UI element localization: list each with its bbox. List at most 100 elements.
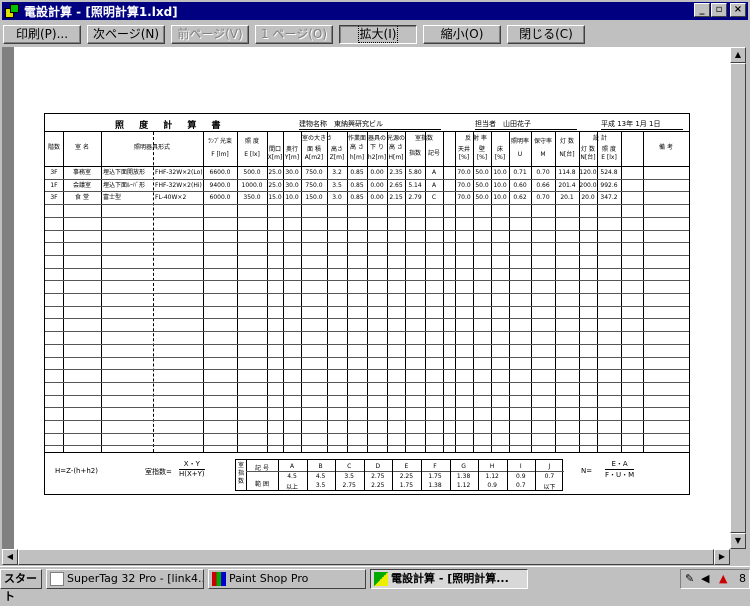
index-table-upper: 1.75 — [428, 473, 442, 480]
next-page-button[interactable]: 次ページ(N) — [87, 24, 165, 44]
app-icon[interactable] — [4, 3, 20, 19]
header-design-illum-unit: E [lx] — [601, 154, 617, 161]
index-table-symbol: C — [347, 463, 352, 470]
row-index-symbol: A — [431, 181, 437, 189]
header-utilization-symbol: U — [517, 151, 523, 158]
prev-page-button[interactable]: 前ページ(V) — [171, 24, 249, 44]
lamp-count-numerator: E・A — [605, 459, 635, 470]
header-width-unit: X[m] — [267, 154, 283, 161]
horizontal-scrollbar[interactable]: ◀ ▶ — [2, 549, 730, 565]
header-lamps-unit: N[台] — [559, 151, 575, 158]
row-lamp-flux: 6000.0 — [209, 194, 231, 202]
grid-column-line — [643, 132, 644, 452]
row-floor-refl: 10.0 — [493, 194, 507, 202]
lamp-count-label: N= — [581, 467, 593, 475]
index-table-label: 室指数 — [237, 462, 244, 485]
calculation-sheet: 照 度 計 算 書 建物名称 東納興研究ビル 担当者 山田花子 平成 13年 1… — [44, 113, 690, 495]
index-table-lower: 1.75 — [399, 482, 414, 489]
row-floor: 1F — [50, 181, 58, 189]
index-table-symbol: F — [433, 463, 437, 470]
pen-icon[interactable]: ✎ — [685, 570, 694, 588]
title-bar[interactable]: 電設計算 - [照明計算1.lxd] _ ▫ × — [2, 2, 748, 20]
zoom-in-button[interactable]: 拡大(I) — [339, 24, 417, 44]
task-paint-shop-pro[interactable]: Paint Shop Pro — [208, 569, 366, 589]
index-table-lower: 1.12 — [456, 482, 471, 489]
grid-column-line — [101, 132, 102, 452]
header-lamp-flux: ﾗﾝﾌﾟ光束 — [207, 138, 232, 145]
row-area: 750.0 — [305, 169, 323, 176]
row-index-symbol: C — [431, 194, 437, 202]
height-formula: H=Z-(h+h2) — [55, 467, 98, 475]
header-lamp-flux-unit: F [lm] — [211, 151, 229, 158]
grid-row-line — [45, 229, 689, 231]
grid-row-line — [45, 343, 689, 345]
app-window: 電設計算 - [照明計算1.lxd] _ ▫ × 印刷(P)... 次ページ(N… — [0, 0, 750, 566]
print-button[interactable]: 印刷(P)... — [3, 24, 81, 44]
header-area-unit: A[m2] — [304, 154, 324, 161]
data-grid: 階数室 名照明器具形式 ﾗﾝﾌﾟ光束 F [lm] 照 度E [lx] 室の大きさ 間口 X… — [45, 132, 689, 452]
grid-row-line — [45, 407, 689, 409]
row-light-height: 2.15 — [389, 194, 403, 202]
grid-row-line — [45, 267, 689, 269]
row-floor: 3F — [50, 194, 58, 202]
horizontal-scroll-thumb[interactable] — [18, 549, 714, 565]
header-work-unit: h[m] — [349, 154, 365, 161]
header-notes: 備 考 — [659, 144, 673, 151]
row-ceiling: 70.0 — [457, 169, 471, 176]
index-formula: X・Y H(X+Y) — [179, 459, 205, 478]
header-index-symbol: 記号 — [427, 150, 440, 157]
index-table-upper: 2.25 — [399, 473, 414, 480]
close-window-button[interactable]: × — [730, 3, 746, 17]
row-width: 15.0 — [268, 194, 282, 202]
index-table-symbol: E — [404, 463, 409, 470]
minimize-button[interactable]: _ — [694, 3, 710, 17]
grid-row-line — [45, 178, 689, 180]
row-utilization: 0.62 — [513, 194, 527, 202]
row-design-lamps: 200.0 — [579, 181, 597, 189]
index-table-upper: 0.9 — [516, 473, 526, 480]
header-design: 設 計 — [593, 135, 607, 142]
one-page-button[interactable]: 1 ページ(O) — [255, 24, 333, 44]
row-width: 25.0 — [268, 169, 282, 176]
row-lamps: 114.8 — [558, 169, 576, 176]
row-design-illum: 992.6 — [600, 181, 618, 189]
clock: 8 — [739, 572, 746, 585]
scroll-down-button[interactable]: ▼ — [730, 533, 746, 549]
task-supertag[interactable]: SuperTag 32 Pro - [link4... — [46, 569, 204, 589]
vertical-scroll-thumb[interactable] — [730, 63, 746, 533]
start-button[interactable]: スタート — [0, 569, 42, 603]
grid-column-line — [283, 132, 284, 452]
scroll-right-button[interactable]: ▶ — [714, 549, 730, 565]
header-room-index: 室指数 — [414, 135, 433, 142]
row-room: 食 堂 — [75, 194, 89, 202]
scroll-left-button[interactable]: ◀ — [2, 549, 18, 565]
row-lamp-flux: 9400.0 — [209, 181, 231, 189]
zoom-out-button[interactable]: 縮小(O) — [423, 24, 501, 44]
grid-column-line — [509, 132, 510, 452]
grid-column-line — [347, 132, 348, 452]
warning-icon[interactable]: ▲ — [719, 570, 727, 588]
building-name: 建物名称 東納興研究ビル — [299, 119, 441, 130]
maximize-button[interactable]: ▫ — [711, 3, 727, 17]
grid-column-line — [203, 132, 204, 452]
index-table-upper: 1.38 — [456, 473, 471, 480]
index-table-symbol: D — [375, 463, 381, 470]
index-table-lower: 1.38 — [428, 482, 442, 489]
sheet-header: 照 度 計 算 書 建物名称 東納興研究ビル 担当者 山田花子 平成 13年 1… — [45, 114, 689, 132]
row-design-lamps: 20.0 — [581, 194, 595, 202]
speaker-icon[interactable]: ◀ — [701, 570, 709, 588]
task-densetsu-keisan[interactable]: 電設計算 - [照明計算... — [370, 569, 528, 589]
scroll-up-button[interactable]: ▲ — [730, 47, 746, 63]
close-preview-button[interactable]: 閉じる(C) — [507, 24, 585, 44]
grid-column-line — [455, 132, 456, 452]
grid-column-line — [531, 132, 532, 452]
header-illum-unit: E [lx] — [244, 151, 260, 158]
row-index-value: 5.14 — [408, 181, 422, 189]
vertical-scrollbar[interactable]: ▲ ▼ — [730, 47, 746, 549]
grid-row-line — [45, 381, 689, 383]
grid-column-line — [327, 132, 328, 452]
row-area: 750.0 — [305, 181, 323, 189]
header-fixture: 照明器具形式 — [133, 144, 170, 151]
header-depth: 奥行 — [285, 146, 298, 153]
grid-row-line — [45, 216, 689, 218]
